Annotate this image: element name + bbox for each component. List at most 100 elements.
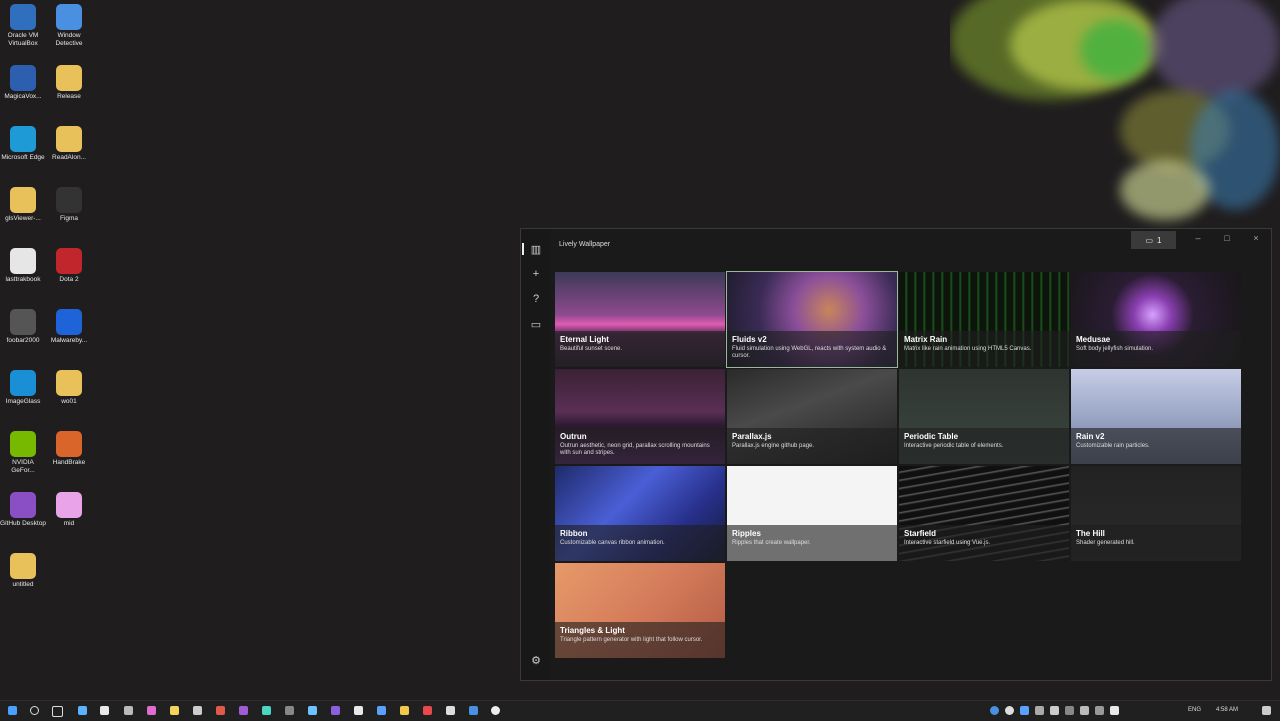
wallpaper-tile[interactable]: The Hill Shader generated hill. — [1071, 466, 1241, 561]
file-icon — [10, 553, 36, 579]
desktop-shortcut[interactable]: foobar2000 — [0, 309, 46, 345]
wallpaper-title: The Hill — [1076, 529, 1105, 538]
desktop-shortcut[interactable]: ImageGlass — [0, 370, 46, 406]
library-icon[interactable]: ▥ — [522, 241, 544, 257]
close-button[interactable]: × — [1249, 233, 1263, 243]
wallpaper-tile[interactable]: Ribbon Customizable canvas ribbon animati… — [555, 466, 725, 561]
minimize-button[interactable]: – — [1191, 233, 1205, 243]
wifi-icon[interactable] — [1080, 706, 1089, 715]
search-icon[interactable] — [30, 706, 39, 715]
taskbar-app-icon[interactable] — [239, 706, 248, 715]
desktop-shortcut[interactable]: HandBrake — [46, 431, 92, 467]
desktop-shortcut[interactable]: Dota 2 — [46, 248, 92, 284]
wallpaper-description: Triangle pattern generator with light th… — [560, 637, 703, 643]
desktop-shortcut-label: glsViewer-... — [5, 215, 41, 222]
wallpaper-description: Soft body jellyfish simulation. — [1076, 346, 1154, 352]
wallpaper-tile[interactable]: Triangles & Light Triangle pattern genera… — [555, 563, 725, 658]
taskbar-app-icon[interactable] — [377, 706, 386, 715]
taskbar-app-icon[interactable] — [331, 706, 340, 715]
desktop-shortcut[interactable]: NVIDIA GeFor... — [0, 431, 46, 475]
desktop-shortcut[interactable]: GitHub Desktop — [0, 492, 46, 528]
wallpaper-description: Parallax.js engine github page. — [732, 443, 815, 449]
taskbar-app-icon[interactable] — [262, 706, 271, 715]
battery-icon[interactable] — [1110, 706, 1119, 715]
taskbar-app-icon[interactable] — [78, 706, 87, 715]
wallpaper-tile[interactable]: Matrix Rain Matrix like rain animation us… — [899, 272, 1069, 367]
desktop-shortcut[interactable]: Oracle VM VirtualBox — [0, 4, 46, 48]
task-view-icon[interactable] — [52, 706, 63, 717]
folder-icon — [10, 187, 36, 213]
clock[interactable]: 4:58 AM — [1216, 707, 1238, 713]
help-icon[interactable]: ? — [528, 291, 544, 307]
taskbar-app-icon[interactable] — [193, 706, 202, 715]
desktop-shortcut[interactable]: mid — [46, 492, 92, 528]
desktop-shortcut-label: Dota 2 — [59, 276, 79, 283]
desktop-shortcut-label: ImageGlass — [5, 398, 41, 405]
wallpaper-caption: The Hill Shader generated hill. — [1071, 525, 1241, 561]
taskbar-app-icon[interactable] — [100, 706, 109, 715]
taskbar-app-icon[interactable] — [423, 706, 432, 715]
taskbar-app-icon[interactable] — [147, 706, 156, 715]
feedback-icon[interactable]: ▭ — [528, 316, 544, 332]
desktop-shortcut[interactable]: Figma — [46, 187, 92, 223]
taskbar-app-icon[interactable] — [285, 706, 294, 715]
wallpaper-tile[interactable]: Outrun Outrun aesthetic, neon grid, paral… — [555, 369, 725, 464]
taskbar-app-icon[interactable] — [216, 706, 225, 715]
tray-icon[interactable] — [1005, 706, 1014, 715]
taskbar-app-icon[interactable] — [124, 706, 133, 715]
desktop-shortcut[interactable]: Release — [46, 65, 92, 101]
virtualbox-icon — [10, 4, 36, 30]
wallpaper-tile[interactable]: Eternal Light Beautiful sunset scene. — [555, 272, 725, 367]
start-icon[interactable] — [8, 706, 17, 715]
desktop-shortcut-label: MagicaVox... — [4, 93, 42, 100]
wallpaper-tile[interactable]: Parallax.js Parallax.js engine github pag… — [727, 369, 897, 464]
wallpaper-caption: Periodic Table Interactive periodic table… — [899, 428, 1069, 464]
wallpaper-tile[interactable]: Medusae Soft body jellyfish simulation. — [1071, 272, 1241, 367]
notifications-icon[interactable] — [1262, 706, 1271, 715]
wallpaper-tile[interactable]: Fluids v2 Fluid simulation using WebGL, r… — [726, 271, 898, 368]
wallpaper-description: Shader generated hill. — [1076, 540, 1135, 546]
monitor-select-button[interactable]: ▭ 1 — [1131, 231, 1176, 249]
desktop-shortcut[interactable]: ReadAlon... — [46, 126, 92, 162]
wallpaper-description: Interactive periodic table of elements. — [904, 443, 1004, 449]
wallpaper-caption: Outrun Outrun aesthetic, neon grid, paral… — [555, 428, 725, 464]
desktop-shortcut[interactable]: glsViewer-... — [0, 187, 46, 223]
wallpaper-description: Interactive starfield using Vue.js. — [904, 540, 991, 546]
nvidia-icon — [10, 431, 36, 457]
wallpaper-caption: Triangles & Light Triangle pattern genera… — [555, 622, 725, 658]
desktop-shortcut[interactable]: MagicaVox... — [0, 65, 46, 101]
wallpaper-title: Matrix Rain — [904, 335, 948, 344]
tray-icon[interactable] — [990, 706, 999, 715]
taskbar-app-icon[interactable] — [170, 706, 179, 715]
tray-icon[interactable] — [1050, 706, 1059, 715]
plus-icon[interactable]: + — [528, 266, 544, 282]
desktop-shortcut[interactable]: Window Detective — [46, 4, 92, 48]
taskbar-app-icon[interactable] — [308, 706, 317, 715]
desktop-shortcut-label: Oracle VM VirtualBox — [7, 32, 39, 47]
maximize-button[interactable]: □ — [1220, 233, 1234, 243]
taskbar-app-icon[interactable] — [446, 706, 455, 715]
desktop-shortcut[interactable]: Microsoft Edge — [0, 126, 46, 162]
imageglass-icon — [10, 370, 36, 396]
tray-icon[interactable] — [1035, 706, 1044, 715]
wallpaper-tile[interactable]: Periodic Table Interactive periodic table… — [899, 369, 1069, 464]
taskbar-app-icon[interactable] — [469, 706, 478, 715]
desktop-shortcut[interactable]: lasttrakbook — [0, 248, 46, 284]
tray-icon[interactable] — [1020, 706, 1029, 715]
taskbar-app-icon[interactable] — [400, 706, 409, 715]
wallpaper-tile[interactable]: Rain v2 Customizable rain particles. — [1071, 369, 1241, 464]
wallpaper-title: Periodic Table — [904, 432, 959, 441]
wallpaper-title: Fluids v2 — [732, 335, 767, 344]
taskbar-app-icon[interactable] — [354, 706, 363, 715]
gear-icon[interactable]: ⚙ — [528, 652, 544, 668]
wallpaper-caption: Ripples Ripples that create wallpaper. — [727, 525, 897, 561]
wallpaper-tile[interactable]: Starfield Interactive starfield using Vue… — [899, 466, 1069, 561]
desktop-shortcut[interactable]: Malwareby... — [46, 309, 92, 345]
desktop-shortcut[interactable]: untitled — [0, 553, 46, 589]
language-indicator[interactable]: ENG — [1188, 707, 1201, 713]
tray-icon[interactable] — [1065, 706, 1074, 715]
wallpaper-tile[interactable]: Ripples Ripples that create wallpaper. — [727, 466, 897, 561]
volume-icon[interactable] — [1095, 706, 1104, 715]
taskbar-app-icon[interactable] — [491, 706, 500, 715]
desktop-shortcut[interactable]: wo01 — [46, 370, 92, 406]
